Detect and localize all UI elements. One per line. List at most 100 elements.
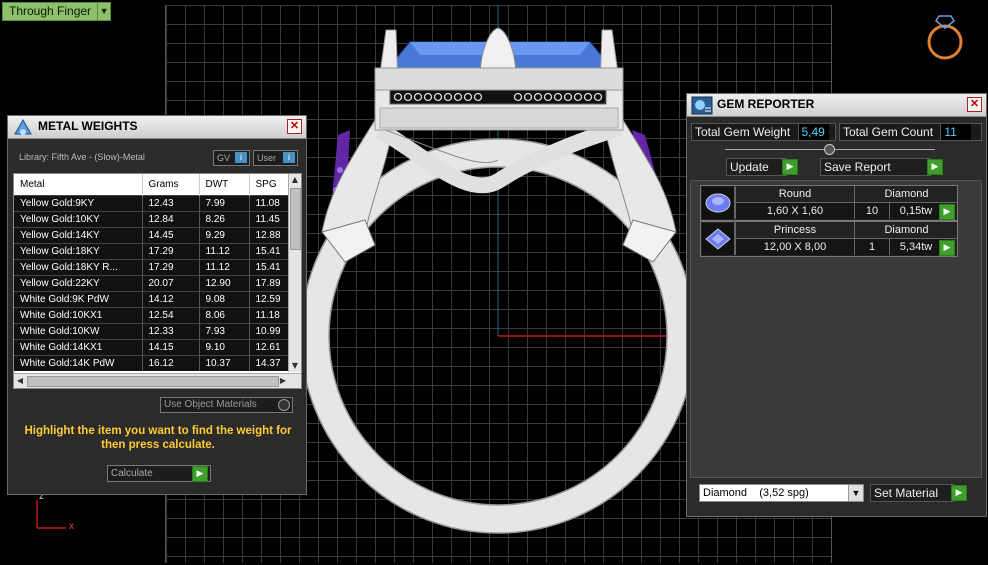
table-row[interactable]: White Gold:9K PdW 14.12 9.08 12.59 <box>14 291 295 308</box>
scroll-up-icon[interactable]: ▲ <box>289 174 301 186</box>
save-report-go-icon[interactable]: ▶ <box>927 159 943 175</box>
view-name: Through Finger <box>9 4 92 18</box>
scroll-thumb[interactable] <box>27 376 279 387</box>
total-count-value: 11 <box>940 124 972 140</box>
ring-view-icon[interactable] <box>927 15 963 60</box>
slider-knob[interactable] <box>824 144 835 155</box>
user-toggle[interactable]: User i <box>253 150 298 166</box>
close-icon[interactable]: ✕ <box>287 119 302 134</box>
dwt-cell: 7.99 <box>199 195 250 212</box>
grams-cell: 17.29 <box>142 243 200 260</box>
table-row[interactable]: Yellow Gold:14KY 14.45 9.29 12.88 <box>14 227 295 244</box>
info-icon: i <box>235 152 247 163</box>
metal-cell: Yellow Gold:10KY <box>14 211 143 228</box>
grams-cell: 14.45 <box>142 227 200 244</box>
table-row[interactable]: Yellow Gold:9KY 12.43 7.99 11.08 <box>14 195 295 212</box>
vertical-scrollbar[interactable]: ▲ ▼ <box>288 174 301 372</box>
metal-cell: White Gold:14KX1 <box>14 339 143 356</box>
set-material-label: Set Material <box>874 486 939 500</box>
table-row[interactable]: White Gold:14K PdW 16.12 10.37 14.37 <box>14 355 295 371</box>
gem-size: 1,60 X 1,60 <box>735 203 854 219</box>
metal-weights-titlebar[interactable]: METAL WEIGHTS ✕ <box>8 116 306 139</box>
metal-cell: White Gold:10KW <box>14 323 143 340</box>
metal-cell: Yellow Gold:22KY <box>14 275 143 292</box>
table-row[interactable]: White Gold:14KX1 14.15 9.10 12.61 <box>14 339 295 356</box>
dwt-cell: 9.08 <box>199 291 250 308</box>
total-weight-value: 5,49 <box>797 124 829 140</box>
scroll-down-icon[interactable]: ▼ <box>289 360 301 372</box>
set-material-button[interactable]: Set Material <box>870 484 955 502</box>
dwt-cell: 11.12 <box>199 243 250 260</box>
gem-row[interactable]: Round Diamond 1,60 X 1,60 10 0,15tw <box>700 185 958 221</box>
table-row[interactable]: White Gold:10KX1 12.54 8.06 11.18 <box>14 307 295 324</box>
save-report-button[interactable]: Save Report <box>820 158 931 176</box>
table-row[interactable]: Yellow Gold:18KY R... 17.29 11.12 15.41 <box>14 259 295 276</box>
view-selector[interactable]: Through Finger ▼ <box>2 2 112 21</box>
gem-weight: 0,15tw <box>889 203 942 219</box>
round-gem-icon <box>702 187 735 219</box>
grams-cell: 16.12 <box>142 355 200 371</box>
set-material-go-icon[interactable]: ▶ <box>951 485 967 501</box>
gem-row-go-icon[interactable]: ▶ <box>939 204 955 220</box>
gem-row[interactable]: Princess Diamond 12,00 X 8,00 1 5,34tw <box>700 221 958 257</box>
gem-list-area: Round Diamond 1,60 X 1,60 10 0,15tw ▶ Pr… <box>690 180 982 478</box>
use-object-materials-label: Use Object Materials <box>164 399 257 410</box>
table-row[interactable]: Yellow Gold:18KY 17.29 11.12 15.41 <box>14 243 295 260</box>
col-metal[interactable]: Metal <box>14 174 143 196</box>
chevron-down-icon[interactable]: ▼ <box>848 485 863 501</box>
info-icon: i <box>283 152 295 163</box>
metal-cell: Yellow Gold:14KY <box>14 227 143 244</box>
calculate-label: Calculate <box>111 468 153 479</box>
gem-cut: Round <box>735 186 854 203</box>
user-toggle-label: User <box>257 153 277 163</box>
material-spg: (3,52 spg) <box>759 487 809 499</box>
metal-cell: Yellow Gold:9KY <box>14 195 143 212</box>
axis-x-label: x <box>69 521 74 532</box>
save-report-label: Save Report <box>824 160 891 174</box>
update-button[interactable]: Update <box>726 158 787 176</box>
gem-row-go-icon[interactable]: ▶ <box>939 240 955 256</box>
col-grams[interactable]: Grams <box>142 174 200 196</box>
close-icon[interactable]: ✕ <box>967 97 982 112</box>
chevron-down-icon[interactable]: ▼ <box>97 2 112 21</box>
gem-size: 12,00 X 8,00 <box>735 239 854 255</box>
horizontal-scrollbar[interactable]: ◀ ▶ <box>14 373 301 388</box>
metal-weights-icon <box>14 118 32 135</box>
grams-cell: 12.84 <box>142 211 200 228</box>
grams-cell: 20.07 <box>142 275 200 292</box>
dwt-cell: 10.37 <box>199 355 250 371</box>
dwt-cell: 11.12 <box>199 259 250 276</box>
calculate-button[interactable]: ▶ <box>192 466 208 482</box>
grams-cell: 12.43 <box>142 195 200 212</box>
gem-reporter-titlebar[interactable]: GEM REPORTER ✕ <box>687 94 986 117</box>
scroll-right-icon[interactable]: ▶ <box>277 374 289 388</box>
gem-count: 1 <box>854 239 889 255</box>
scroll-left-icon[interactable]: ◀ <box>14 374 26 388</box>
metal-cell: White Gold:10KX1 <box>14 307 143 324</box>
gem-type: Diamond <box>854 222 958 239</box>
report-slider[interactable] <box>725 144 935 155</box>
dwt-cell: 12.90 <box>199 275 250 292</box>
scroll-thumb[interactable] <box>290 188 301 250</box>
gem-reporter-icon <box>691 96 713 115</box>
grams-cell: 14.12 <box>142 291 200 308</box>
table-row[interactable]: Yellow Gold:22KY 20.07 12.90 17.89 <box>14 275 295 292</box>
grams-cell: 17.29 <box>142 259 200 276</box>
gem-cut: Princess <box>735 222 854 239</box>
update-go-icon[interactable]: ▶ <box>782 159 798 175</box>
col-dwt[interactable]: DWT <box>199 174 250 196</box>
dwt-cell: 8.26 <box>199 211 250 228</box>
material-select[interactable]: Diamond (3,52 spg) ▼ <box>699 484 864 502</box>
metal-table[interactable]: Metal Grams DWT SPG Yellow Gold:9KY 12.43… <box>13 173 302 389</box>
total-gem-count: Total Gem Count 11 <box>839 123 982 141</box>
use-object-materials-option[interactable]: Use Object Materials <box>160 397 293 413</box>
metal-cell: White Gold:14K PdW <box>14 355 143 371</box>
gem-reporter-title: GEM REPORTER <box>717 97 815 111</box>
library-label: Library: Fifth Ave - (Slow)-Metal <box>19 152 145 162</box>
grams-cell: 12.54 <box>142 307 200 324</box>
table-row[interactable]: Yellow Gold:10KY 12.84 8.26 11.45 <box>14 211 295 228</box>
radio-icon[interactable] <box>278 399 290 411</box>
table-row[interactable]: White Gold:10KW 12.33 7.93 10.99 <box>14 323 295 340</box>
gv-toggle[interactable]: GV i <box>213 150 250 166</box>
gem-weight: 5,34tw <box>889 239 942 255</box>
